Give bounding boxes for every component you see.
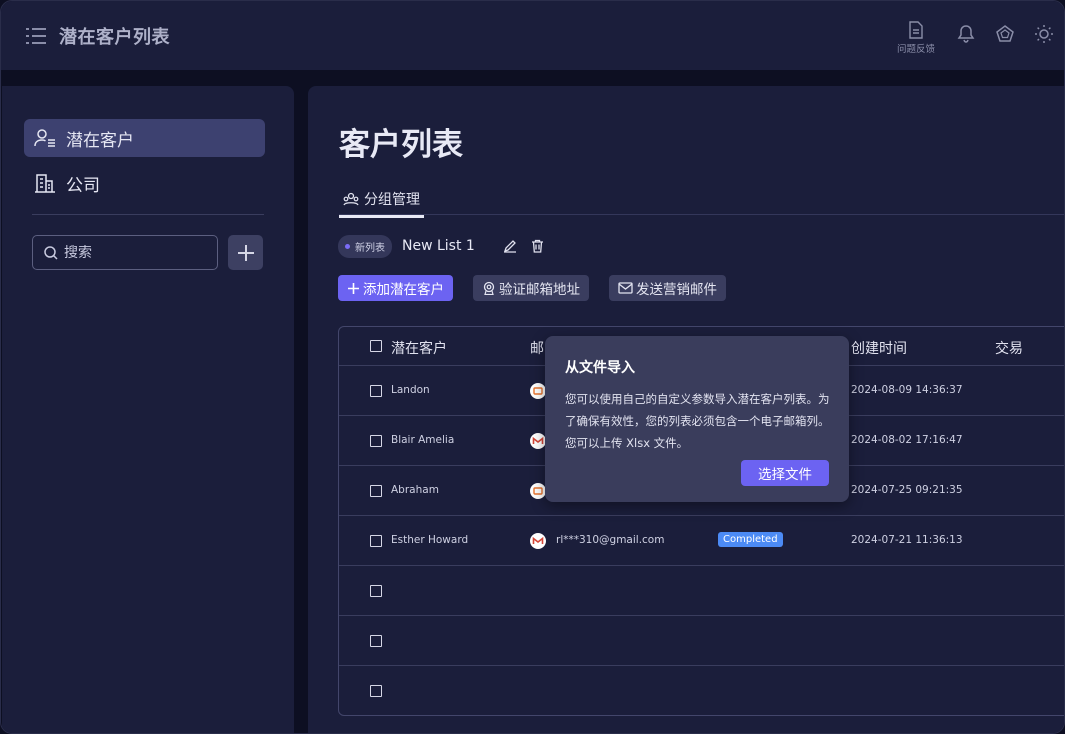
badge-label: 新列表 (355, 242, 385, 254)
search-icon (44, 246, 58, 260)
lead-name[interactable]: Esther Howard (391, 534, 468, 546)
plus-icon (348, 282, 359, 294)
sidebar: 潜在客户 公司 (2, 86, 294, 733)
lead-name[interactable]: Blair Amelia (391, 434, 454, 446)
row-checkbox[interactable] (370, 385, 382, 397)
column-header-created[interactable]: 创建时间 (851, 338, 907, 358)
plus-icon (237, 244, 254, 261)
lead-name[interactable]: Abraham (391, 484, 439, 496)
row-checkbox[interactable] (370, 485, 382, 497)
verify-email-button[interactable]: 验证邮箱地址 (473, 275, 589, 301)
bell-icon[interactable] (956, 24, 976, 44)
building-icon (35, 174, 55, 193)
status-badge: Completed (718, 532, 783, 547)
add-lead-button[interactable]: 添加潜在客户 (338, 275, 453, 301)
gmail-icon (530, 433, 546, 449)
row-checkbox[interactable] (370, 585, 382, 597)
add-button[interactable] (228, 235, 263, 270)
lead-name[interactable]: Landon (391, 384, 430, 396)
sidebar-item-company[interactable]: 公司 (24, 164, 265, 202)
column-header-deal[interactable]: 交易 (995, 338, 1023, 358)
group-icon (343, 192, 359, 206)
mail-icon (618, 282, 633, 294)
row-checkbox[interactable] (370, 535, 382, 547)
list-header: 新列表 New List 1 (338, 234, 544, 258)
search-box[interactable] (32, 235, 218, 270)
select-all-checkbox[interactable] (370, 340, 382, 352)
action-bar: 添加潜在客户 验证邮箱地址 发送营销邮件 (338, 275, 746, 301)
page-title: 客户列表 (339, 127, 463, 163)
column-header-lead[interactable]: 潜在客户 (391, 338, 447, 358)
gmail-icon (530, 533, 546, 549)
created-time: 2024-08-02 17:16:47 (851, 434, 963, 446)
table-row[interactable] (339, 616, 1064, 666)
menu-list-icon[interactable] (26, 27, 46, 45)
app-window: 潜在客户列表 问题反馈 潜在客户 公司 搜索 客户列表 分组管理 新列表 New… (0, 0, 1065, 734)
search-input[interactable] (64, 244, 194, 261)
created-time: 2024-07-21 11:36:13 (851, 534, 963, 546)
trash-icon[interactable] (531, 239, 544, 253)
row-checkbox[interactable] (370, 435, 382, 447)
table-row[interactable] (339, 566, 1064, 616)
sidebar-item-leads[interactable]: 潜在客户 (24, 119, 265, 157)
row-checkbox[interactable] (370, 635, 382, 647)
new-list-badge: 新列表 (338, 234, 392, 258)
edit-icon[interactable] (503, 239, 517, 253)
send-marketing-label: 发送营销邮件 (636, 282, 717, 298)
row-checkbox[interactable] (370, 685, 382, 697)
list-name: New List 1 (402, 238, 475, 254)
sidebar-divider (32, 214, 264, 215)
top-bar: 潜在客户列表 问题反馈 (1, 1, 1064, 70)
import-popover: 从文件导入 您可以使用自己的自定义参数导入潜在客户列表。为了确保有效性，您的列表… (545, 336, 849, 502)
generic-mail-icon (530, 383, 546, 399)
tabs-divider (339, 214, 1064, 215)
table-row[interactable] (339, 666, 1064, 715)
generic-mail-icon (530, 483, 546, 499)
created-time: 2024-08-09 14:36:37 (851, 384, 963, 396)
popover-title: 从文件导入 (565, 360, 635, 376)
sun-icon[interactable] (1034, 24, 1054, 44)
feedback-label: 问题反馈 (896, 44, 935, 55)
app-title: 潜在客户列表 (59, 27, 170, 48)
tab-label: 分组管理 (364, 192, 420, 208)
sidebar-item-label: 公司 (66, 175, 100, 196)
table-row[interactable]: Esther Howard rl***310@gmail.com Complet… (339, 516, 1064, 566)
choose-file-button[interactable]: 选择文件 (741, 460, 829, 486)
badge-dot (345, 243, 350, 249)
created-time: 2024-07-25 09:21:35 (851, 484, 963, 496)
document-icon (909, 21, 923, 39)
popover-body: 您可以使用自己的自定义参数导入潜在客户列表。为了确保有效性，您的列表必须包含一个… (565, 392, 830, 450)
pentagon-icon[interactable] (995, 24, 1015, 44)
verify-badge-icon (483, 281, 495, 295)
user-list-icon (34, 129, 55, 147)
sidebar-item-label: 潜在客户 (66, 130, 134, 151)
feedback-button[interactable]: 问题反馈 (894, 21, 938, 55)
column-header-email[interactable]: 邮 (530, 338, 544, 358)
add-lead-label: 添加潜在客户 (363, 282, 444, 298)
verify-email-label: 验证邮箱地址 (499, 282, 580, 298)
send-marketing-button[interactable]: 发送营销邮件 (609, 275, 726, 301)
email-address: rl***310@gmail.com (556, 534, 665, 546)
